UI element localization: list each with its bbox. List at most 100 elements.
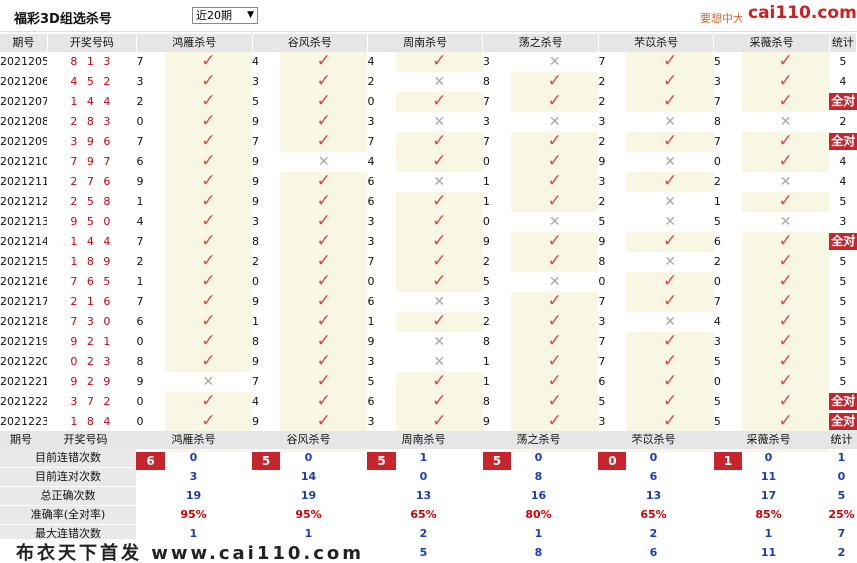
kill-number-cell: 8: [713, 115, 721, 128]
kill-number-cell: 9: [252, 175, 259, 188]
result-cell: ✕: [626, 112, 714, 132]
result-cell: ✓: [280, 72, 368, 92]
check-icon: ✓: [663, 52, 678, 71]
result-cell: ✓: [626, 92, 714, 112]
draw-numbers-cell: 9 2 1: [70, 335, 114, 348]
kill-number-cell: 8: [482, 395, 490, 408]
result-cell: ✕: [511, 112, 599, 132]
kill-number-cell: 7: [136, 55, 144, 68]
check-icon: ✓: [201, 252, 216, 271]
kill-number-cell: 2: [713, 175, 721, 188]
page-title: 福彩3D组选杀号: [14, 12, 112, 27]
result-cell: ✓: [741, 72, 830, 92]
kill-number-cell: 7: [367, 255, 375, 268]
check-icon: ✓: [316, 132, 331, 151]
kill-number-cell: 7: [482, 95, 490, 108]
table-body: 2021205 8 1 3 7 ✓ 4 ✓ 4 ✓ 3 ✕ 7 ✓ 5 ✓ 5 2021206 4 5 2 3 ✓ 3…: [0, 52, 857, 470]
stats-total: 7: [837, 527, 846, 540]
check-icon: ✓: [778, 392, 793, 411]
result-cell: ✕: [280, 152, 368, 172]
result-cell: ✓: [280, 52, 368, 72]
result-cell: ✓: [280, 172, 368, 192]
result-cell: ✓: [626, 52, 714, 72]
stat-cell: 5: [829, 192, 856, 212]
all-correct-badge: 全对: [829, 133, 857, 150]
check-icon: ✓: [432, 232, 447, 251]
check-icon: ✓: [663, 132, 678, 151]
result-cell: ✓: [511, 332, 599, 352]
table-row: 2021217 2 1 6 7 ✓ 9 ✓ 6 ✕ 3 ✓ 7 ✓ 7 ✓ 5: [0, 292, 857, 312]
result-cell: ✓: [280, 112, 368, 132]
check-icon: ✓: [432, 412, 447, 431]
cross-icon: ✕: [664, 313, 676, 330]
check-icon: ✓: [432, 52, 447, 71]
stats-value: 85%: [755, 508, 782, 521]
stats-value: 5: [419, 545, 428, 559]
stats-row: 目前连对次数 3 14 0 8 6 11 0: [0, 467, 857, 487]
result-cell: ✕: [395, 72, 483, 92]
range-select[interactable]: 近20期 ▼: [192, 7, 258, 24]
kill-number-cell: 9: [598, 155, 606, 168]
result-cell: ✓: [511, 172, 599, 192]
draw-numbers-cell: 7 9 7: [70, 155, 114, 168]
result-cell: ✓: [164, 412, 252, 432]
kill-number-cell: 5: [598, 215, 606, 228]
result-cell: ✓: [741, 52, 830, 72]
draw-numbers-cell: 8 1 3: [70, 55, 114, 68]
stats-value: 0: [764, 451, 773, 465]
stat-value: 5: [839, 375, 847, 388]
check-icon: ✓: [547, 392, 562, 411]
period-cell: 2021223: [0, 415, 48, 428]
cross-icon: ✕: [433, 173, 446, 190]
draw-numbers-cell: 2 8 3: [70, 115, 114, 128]
check-icon: ✓: [432, 392, 447, 411]
kill-number-cell: 7: [598, 335, 606, 348]
result-cell: ✓: [741, 352, 830, 372]
kill-number-cell: 6: [367, 175, 375, 188]
draw-numbers-cell: 2 1 6: [70, 295, 114, 308]
result-cell: ✕: [511, 52, 599, 72]
result-cell: ✓: [741, 232, 830, 252]
result-cell: ✓: [626, 132, 714, 152]
result-cell: ✓: [741, 92, 830, 112]
stat-cell: 5: [829, 372, 856, 392]
result-cell: ✓: [511, 352, 599, 372]
kill-number-cell: 9: [252, 295, 259, 308]
result-cell: ✓: [395, 192, 483, 212]
kill-number-cell: 4: [136, 215, 144, 228]
site-logo[interactable]: cai110.com: [742, 2, 857, 24]
table-row: 2021223 1 8 4 0 ✓ 9 ✓ 3 ✓ 9 ✓ 3 ✓ 5 ✓ 全对: [0, 412, 857, 432]
period-cell: 2021206: [0, 75, 48, 88]
kill-number-cell: 8: [482, 335, 490, 348]
result-cell: ✓: [280, 92, 368, 112]
stats-header-expert-5: 芣苡杀号: [596, 431, 711, 449]
stats-value: 95%: [295, 508, 322, 521]
draw-numbers-cell: 9 2 9: [70, 375, 114, 388]
result-cell: ✓: [280, 372, 368, 392]
check-icon: ✓: [663, 292, 678, 311]
result-cell: ✓: [511, 132, 599, 152]
kill-number-cell: 7: [136, 235, 144, 248]
stats-total: 1: [837, 451, 846, 465]
stats-value: 0: [304, 451, 313, 465]
result-cell: ✓: [511, 192, 599, 212]
result-cell: ✓: [511, 312, 599, 332]
check-icon: ✓: [432, 312, 447, 331]
result-cell: ✓: [395, 132, 483, 152]
result-cell: ✓: [741, 292, 830, 312]
kill-number-cell: 4: [252, 55, 259, 68]
cross-icon: ✕: [433, 333, 446, 350]
kill-number-cell: 2: [136, 95, 144, 108]
stat-cell: 全对: [829, 132, 857, 152]
check-icon: ✓: [778, 412, 793, 431]
stats-value: 95%: [180, 508, 207, 521]
col-expert-4: 荡之杀号: [482, 34, 599, 52]
stat-cell: 5: [829, 352, 856, 372]
kill-number-cell: 7: [713, 295, 721, 308]
result-cell: ✓: [626, 272, 714, 292]
kill-number-cell: 5: [713, 395, 721, 408]
kill-number-cell: 9: [252, 415, 259, 428]
period-cell: 2021211: [0, 175, 48, 188]
draw-numbers-cell: 1 4 4: [70, 95, 114, 108]
check-icon: ✓: [201, 52, 216, 71]
